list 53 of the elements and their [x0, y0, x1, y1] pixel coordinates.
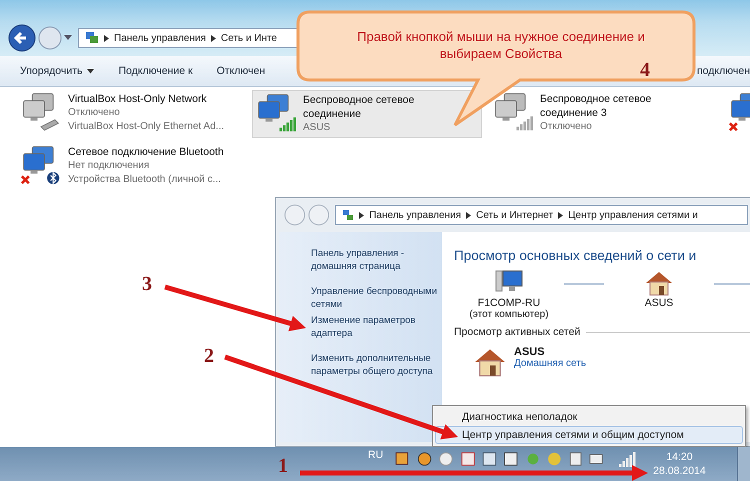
node-label: ASUS	[644, 297, 674, 309]
toolbar-button[interactable]: Упорядочить	[10, 62, 104, 80]
breadcrumb-item[interactable]: Панель управления	[114, 32, 206, 44]
page-heading: Просмотр основных сведений о сети и	[454, 248, 698, 263]
adapter-device: VirtualBox Host-Only Ethernet Ad...	[68, 120, 224, 134]
adapter-name: VirtualBox Host-Only Network	[68, 92, 208, 106]
node-sublabel: (этот компьютер)	[469, 309, 549, 320]
network-adapter-item[interactable]: Сетевое подключение Bluetooth Нет подключения Устройства Bluetooth (личной с...	[18, 143, 248, 189]
breadcrumb-item[interactable]: Сеть и Инте	[220, 32, 277, 44]
adapter-status: Нет подключения	[68, 159, 150, 173]
network-type-link[interactable]: Домашняя сеть	[514, 358, 586, 369]
network-icon	[342, 209, 354, 221]
breadcrumb-item[interactable]: Панель управления	[369, 210, 462, 220]
adapter-status: Отключено	[68, 106, 121, 120]
step-number: 3	[142, 273, 152, 295]
show-desktop-button[interactable]	[737, 447, 750, 481]
breadcrumb-item[interactable]: Центр управления сетями и	[568, 210, 698, 220]
adapter-status: ASUS	[303, 121, 332, 135]
menu-item[interactable]: Центр управления сетями и общим доступом	[435, 426, 743, 444]
adapter-name: Беспроводное сетевое соединение	[303, 93, 416, 121]
menu-item[interactable]: Диагностика неполадок	[435, 408, 743, 426]
sidebar-link[interactable]: Панель управления - домашняя страница	[311, 247, 442, 273]
sidebar-link[interactable]: Управление беспроводными сетями	[311, 285, 442, 311]
toolbar-button[interactable]: Подключение к	[108, 62, 203, 80]
step-number: 1	[278, 455, 288, 477]
chevron-icon	[104, 34, 109, 42]
sidebar-link[interactable]: Изменить дополнительные параметры общего доступа	[311, 352, 442, 378]
adapter-status: Отключено	[540, 120, 593, 134]
toolbar-button[interactable]: Отключен	[206, 62, 276, 80]
adapter-name: Сетевое подключение Bluetooth	[68, 145, 224, 159]
chevron-icon	[210, 34, 216, 42]
step-number: 4	[640, 59, 650, 81]
back-button[interactable]	[8, 24, 36, 52]
network-name: ASUS	[514, 346, 546, 358]
section-title: Просмотр активных сетей	[454, 326, 580, 338]
network-icon	[85, 31, 99, 45]
toolbar-button[interactable]: подключен	[694, 62, 750, 80]
breadcrumb-item[interactable]: Сеть и Интернет	[476, 210, 554, 220]
forward-button[interactable]	[308, 204, 330, 226]
sidebar-link[interactable]: Изменение параметров адаптера	[311, 314, 442, 340]
chevron-icon	[359, 212, 364, 218]
address-bar[interactable]: Панель управления Сеть и Интернет Центр управления сетями и	[335, 205, 748, 225]
network-adapter-item[interactable]: Беспроводное сетевое соединение ASUS	[252, 90, 482, 138]
node-label: F1COMP-RU	[478, 297, 540, 309]
adapter-name: Беспроводное сетевое соединение 3	[540, 92, 652, 120]
signal-icon[interactable]	[619, 451, 638, 467]
caret-icon	[87, 68, 94, 74]
dropdown-icon[interactable]	[64, 35, 72, 41]
house-icon	[644, 269, 674, 297]
chevron-icon	[558, 212, 564, 218]
adapter-device: Устройства Bluetooth (личной с...	[68, 173, 222, 187]
step-number: 2	[204, 345, 214, 367]
chevron-icon	[466, 212, 472, 218]
